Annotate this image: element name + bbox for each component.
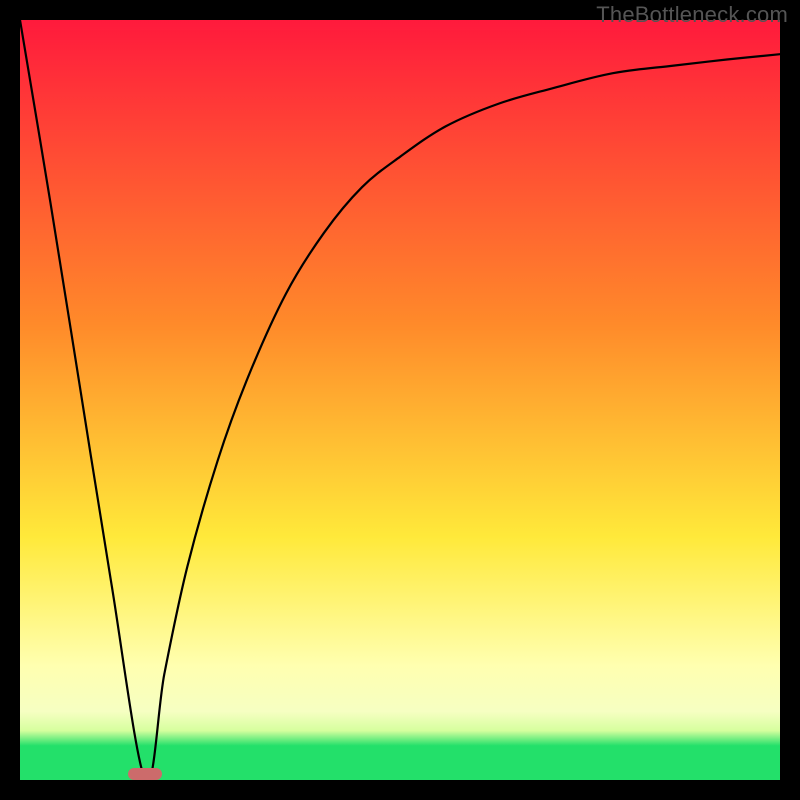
bottleneck-curve bbox=[20, 20, 780, 782]
minimum-marker bbox=[128, 768, 162, 780]
chart-curve-layer bbox=[20, 20, 780, 780]
chart-frame: TheBottleneck.com bbox=[0, 0, 800, 800]
watermark-text: TheBottleneck.com bbox=[596, 2, 788, 28]
